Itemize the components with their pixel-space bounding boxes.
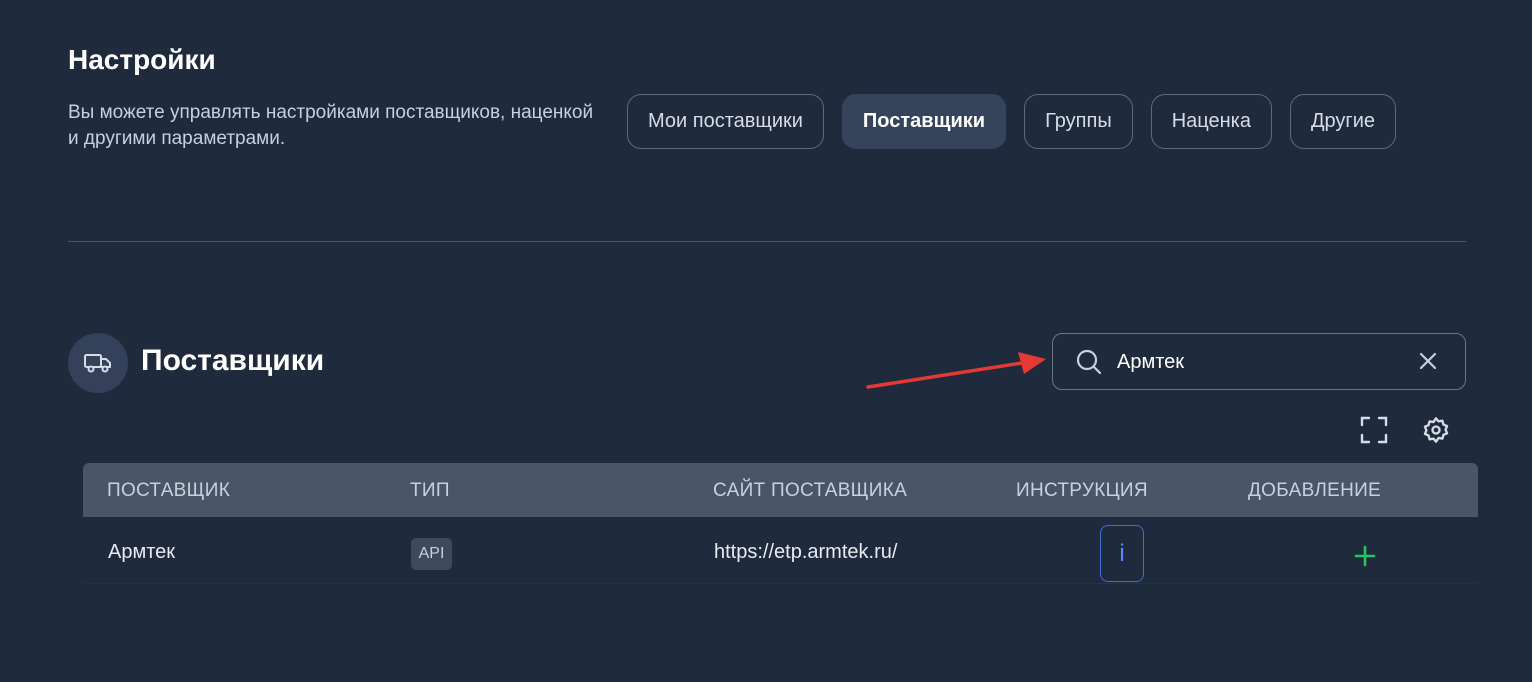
table-row: Армтек API https://etp.armtek.ru/ i xyxy=(83,517,1478,584)
cell-site[interactable]: https://etp.armtek.ru/ xyxy=(714,541,897,564)
search-icon xyxy=(1076,349,1102,375)
tab-other[interactable]: Другие xyxy=(1289,94,1397,149)
plus-icon[interactable] xyxy=(1354,545,1376,567)
page-description: Вы можете управлять настройками поставщи… xyxy=(68,102,594,149)
suppliers-table: ПОСТАВЩИК ТИП САЙТ ПОСТАВЩИКА ИНСТРУКЦИЯ… xyxy=(83,463,1478,584)
fullscreen-icon[interactable] xyxy=(1360,416,1388,444)
column-header-add: ДОБАВЛЕНИЕ xyxy=(1248,480,1382,501)
tab-markup[interactable]: Наценка xyxy=(1150,94,1272,149)
instruction-button[interactable]: i xyxy=(1100,525,1144,582)
tab-suppliers[interactable]: Поставщики xyxy=(841,94,1007,149)
page-title: Настройки xyxy=(68,44,216,75)
column-header-supplier: ПОСТАВЩИК xyxy=(107,480,231,501)
type-badge: API xyxy=(411,538,452,570)
cell-supplier: Армтек xyxy=(108,541,176,563)
divider xyxy=(68,241,1466,242)
search-input[interactable] xyxy=(1115,344,1409,381)
table-header: ПОСТАВЩИК ТИП САЙТ ПОСТАВЩИКА ИНСТРУКЦИЯ… xyxy=(83,463,1478,517)
search-box xyxy=(1052,333,1466,390)
column-header-type: ТИП xyxy=(410,480,450,501)
tab-groups[interactable]: Группы xyxy=(1024,94,1133,149)
column-header-instruction: ИНСТРУКЦИЯ xyxy=(1016,480,1148,501)
column-header-site: САЙТ ПОСТАВЩИКА xyxy=(713,480,908,501)
settings-tabs: Мои поставщики Поставщики Группы Наценка… xyxy=(627,94,1397,149)
section-icon-badge xyxy=(68,333,128,393)
section-title: Поставщики xyxy=(141,344,325,377)
close-icon[interactable] xyxy=(1417,350,1439,372)
truck-icon xyxy=(84,354,111,373)
tab-my-suppliers[interactable]: Мои поставщики xyxy=(627,94,824,149)
gear-icon[interactable] xyxy=(1422,416,1450,444)
